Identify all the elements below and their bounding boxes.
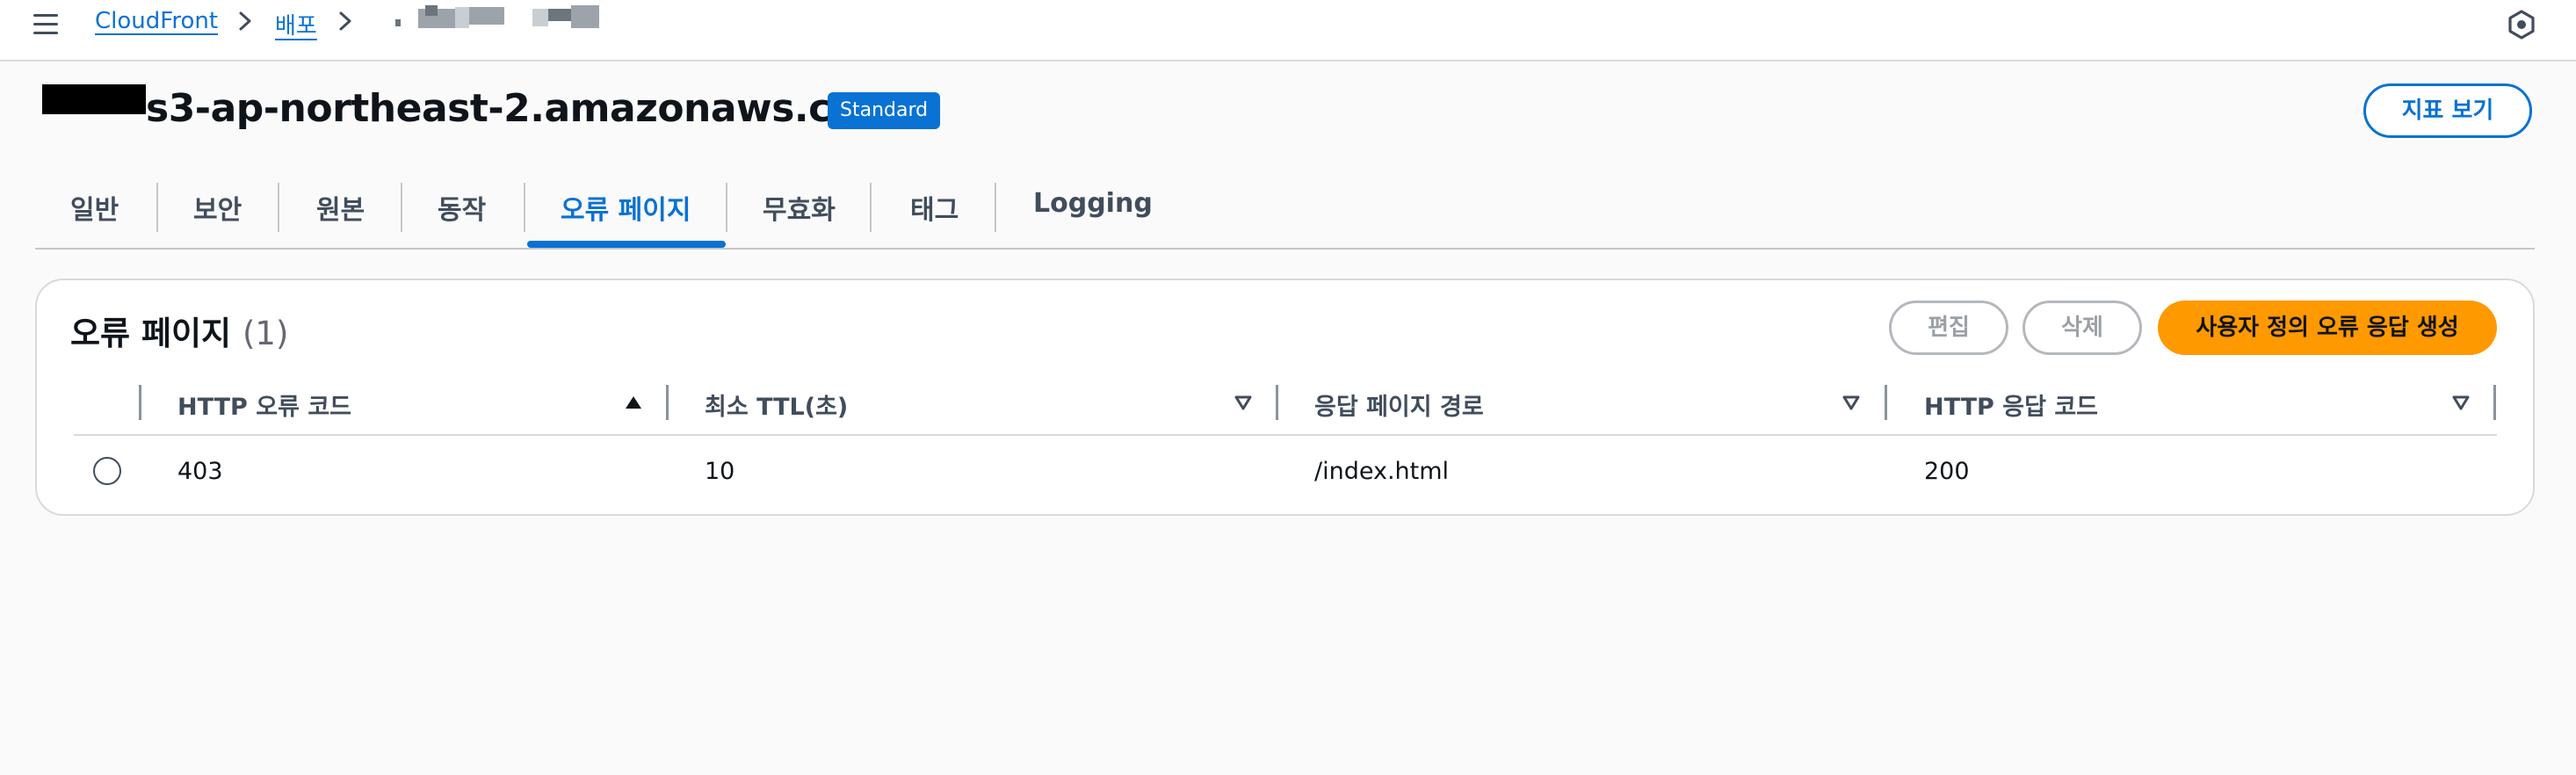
distribution-type-badge: Standard [828,92,941,129]
tab-behaviors[interactable]: 동작 [438,188,486,227]
cell-error-code: 403 [177,458,223,485]
tab-general[interactable]: 일반 [70,188,119,227]
table-header-divider [74,434,2497,436]
sort-ascending-icon[interactable] [624,394,643,411]
tab-logging[interactable]: Logging [1033,188,1153,219]
error-pages-container [35,279,2535,516]
tab-security[interactable]: 보안 [193,188,242,227]
tab-invalidations[interactable]: 무효화 [763,188,836,227]
row-select-radio[interactable] [93,457,121,485]
error-pages-title: 오류 페이지 [70,315,232,352]
sort-descending-icon[interactable] [1234,394,1253,411]
page-title: s3-ap-northeast-2.amazonaws.com [146,86,897,131]
tab-divider-line [35,248,2535,250]
title-redacted [42,84,146,114]
top-navigation-bar: CloudFront 배포 [0,0,2576,62]
tab-error-pages[interactable]: 오류 페이지 [561,188,691,227]
create-custom-error-response-button[interactable]: 사용자 정의 오류 응답 생성 [2158,301,2497,355]
column-header-error-code[interactable]: HTTP 오류 코드 [177,388,351,422]
cell-min-ttl: 10 [705,458,735,485]
tab-origins[interactable]: 원본 [316,188,365,227]
sort-descending-icon[interactable] [1842,394,1861,411]
settings-hex-icon[interactable] [2506,9,2537,40]
view-metrics-button[interactable]: 지표 보기 [2363,83,2532,138]
error-pages-heading: 오류 페이지 (1) [70,307,288,354]
edit-button[interactable]: 편집 [1889,301,2008,355]
menu-icon[interactable] [32,12,63,37]
tab-tags[interactable]: 태그 [910,188,959,227]
column-header-http-response-code[interactable]: HTTP 응답 코드 [1924,388,2098,422]
breadcrumb-cloudfront[interactable]: CloudFront [95,8,218,34]
cell-response-path: /index.html [1314,458,1450,485]
cell-response-code: 200 [1924,458,1970,485]
active-tab-indicator [527,241,726,248]
delete-button[interactable]: 삭제 [2022,301,2142,355]
breadcrumb-distributions[interactable]: 배포 [275,8,317,40]
chevron-right-icon [339,11,351,31]
sort-descending-icon[interactable] [2451,394,2471,411]
column-header-response-page-path[interactable]: 응답 페이지 경로 [1314,388,1484,422]
column-header-min-ttl[interactable]: 최소 TTL(초) [705,388,848,422]
error-pages-count: (1) [242,315,289,352]
chevron-right-icon [239,11,251,31]
